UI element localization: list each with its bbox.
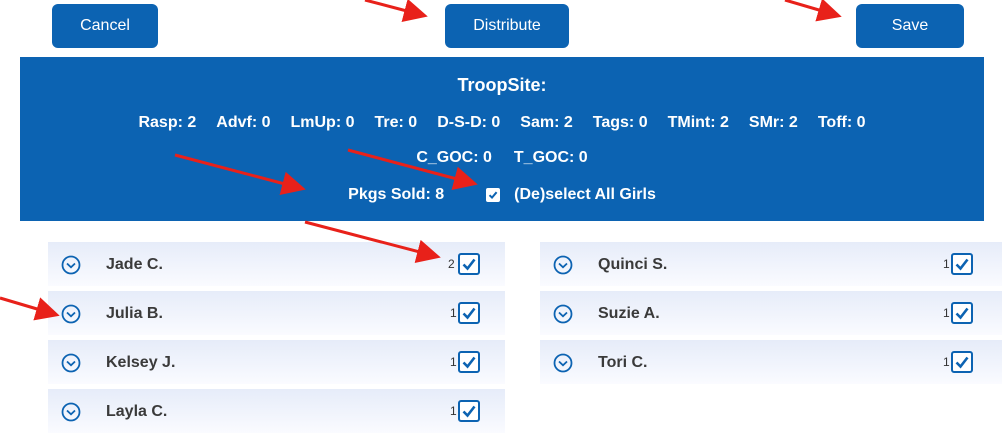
chevron-down-icon[interactable]	[61, 402, 81, 422]
arrow-to-save	[784, 0, 842, 22]
count-lmup: LmUp: 0	[290, 114, 355, 131]
cookie-counts-row: Rasp: 2 Advf: 0 LmUp: 0 Tre: 0 D-S-D: 0 …	[20, 114, 984, 132]
girl-checkbox[interactable]	[458, 351, 480, 373]
count-tre: Tre: 0	[374, 114, 418, 131]
girl-checkbox[interactable]	[458, 302, 480, 324]
girl-checkbox[interactable]	[951, 302, 973, 324]
count-tags: Tags: 0	[592, 114, 648, 131]
count-tmint: TMint: 2	[667, 114, 729, 131]
count-smr: SMr: 2	[748, 114, 798, 131]
girl-package-count: 1	[943, 257, 950, 271]
girl-name: Tori C.	[598, 354, 648, 371]
girl-name: Kelsey J.	[106, 354, 176, 371]
arrow-to-distribute	[364, 0, 428, 23]
select-all-row: Pkgs Sold: 8 (De)select All Girls	[20, 186, 984, 204]
select-all-label[interactable]: (De)select All Girls	[514, 186, 656, 204]
girl-name: Layla C.	[106, 403, 168, 420]
goc-counts-row: C_GOC: 0 T_GOC: 0	[20, 149, 984, 167]
arrow-to-julia-chevron	[0, 296, 60, 321]
save-button[interactable]: Save	[856, 4, 964, 48]
girl-package-count: 1	[450, 355, 457, 369]
girl-checkbox[interactable]	[458, 253, 480, 275]
girl-row-layla[interactable]: Layla C. 1	[48, 389, 505, 433]
pkgs-sold-label: Pkgs Sold: 8	[348, 186, 445, 203]
girl-package-count: 1	[450, 404, 457, 418]
count-dsd: D-S-D: 0	[437, 114, 501, 131]
chevron-down-icon[interactable]	[61, 353, 81, 373]
girl-name: Suzie A.	[598, 305, 660, 322]
girl-row-kelsey[interactable]: Kelsey J. 1	[48, 340, 505, 384]
girl-checkbox[interactable]	[951, 351, 973, 373]
girl-name: Julia B.	[106, 305, 163, 322]
count-t-goc: T_GOC: 0	[513, 149, 588, 166]
count-toff: Toff: 0	[817, 114, 866, 131]
count-c-goc: C_GOC: 0	[416, 149, 492, 166]
girl-package-count: 1	[450, 306, 457, 320]
count-sam: Sam: 2	[520, 114, 573, 131]
girl-checkbox[interactable]	[951, 253, 973, 275]
cancel-button[interactable]: Cancel	[52, 4, 158, 48]
girl-package-count: 1	[943, 355, 950, 369]
chevron-down-icon[interactable]	[553, 353, 573, 373]
chevron-down-icon[interactable]	[61, 255, 81, 275]
girl-row-jade[interactable]: Jade C. 2	[48, 242, 505, 286]
chevron-down-icon[interactable]	[61, 304, 81, 324]
girl-row-quinci[interactable]: Quinci S. 1	[540, 242, 1002, 286]
girl-name: Jade C.	[106, 256, 163, 273]
summary-title: TroopSite:	[457, 75, 547, 95]
girl-row-julia[interactable]: Julia B. 1	[48, 291, 505, 335]
girl-package-count: 1	[943, 306, 950, 320]
count-rasp: Rasp: 2	[138, 114, 197, 131]
girl-row-tori[interactable]: Tori C. 1	[540, 340, 1002, 384]
select-all-checkbox[interactable]	[486, 188, 501, 202]
count-advf: Advf: 0	[216, 114, 271, 131]
girl-checkbox[interactable]	[458, 400, 480, 422]
chevron-down-icon[interactable]	[553, 255, 573, 275]
girl-name: Quinci S.	[598, 256, 668, 273]
chevron-down-icon[interactable]	[553, 304, 573, 324]
distribute-button[interactable]: Distribute	[445, 4, 569, 48]
girl-row-suzie[interactable]: Suzie A. 1	[540, 291, 1002, 335]
troopsite-summary-panel: TroopSite: Rasp: 2 Advf: 0 LmUp: 0 Tre: …	[20, 57, 984, 221]
girl-package-count: 2	[448, 257, 455, 271]
checkmark-icon	[488, 191, 498, 200]
